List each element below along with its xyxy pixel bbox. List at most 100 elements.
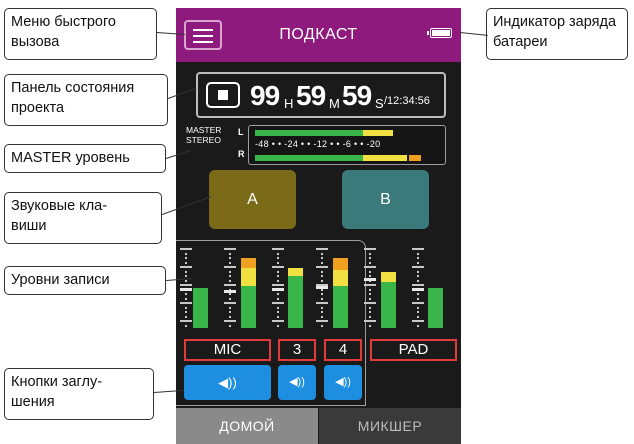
scale-tick	[316, 266, 328, 268]
scale-tick	[180, 284, 192, 286]
scale-tick	[272, 284, 284, 286]
leader-battery	[459, 32, 488, 36]
scale-dot	[185, 297, 187, 300]
scale-tick	[180, 266, 192, 268]
scale-dot	[369, 315, 371, 318]
level-meter	[333, 248, 348, 328]
stop-icon[interactable]	[206, 82, 240, 108]
fader-handle[interactable]	[364, 278, 376, 281]
speaker-icon: ◀))	[218, 375, 237, 390]
meter-green	[288, 276, 303, 328]
scale-tick	[224, 302, 236, 304]
scale-dot	[369, 275, 371, 277]
scale-tick	[272, 248, 284, 250]
level-meter	[241, 248, 256, 328]
scale-dot	[229, 279, 231, 282]
scale-dot	[417, 270, 419, 273]
scale-dot	[321, 270, 323, 273]
callout-master: MASTER уровень	[4, 144, 166, 173]
channel-label-4: 4	[324, 339, 362, 361]
master-meter-left-yellow	[363, 130, 393, 136]
scale-dot	[229, 311, 231, 313]
time-hours: 99	[250, 80, 280, 111]
channel-label-mic: MIC	[184, 339, 271, 361]
scale-dot	[417, 279, 419, 282]
scale-dot	[321, 324, 323, 327]
scale-dot	[185, 306, 187, 309]
level-meter	[381, 248, 396, 328]
scale-dot	[277, 324, 279, 327]
scale-dot	[321, 315, 323, 318]
scale-dot	[417, 252, 419, 255]
time-seconds: 59	[342, 80, 372, 111]
scale-dot	[369, 324, 371, 327]
bottom-tabs: ДОМОЙ МИКШЕР	[176, 408, 461, 444]
scale-dot	[369, 261, 371, 264]
scale-tick	[412, 248, 424, 250]
mute-button-mic[interactable]: ◀))	[184, 365, 271, 400]
scale-dot	[369, 293, 371, 295]
scale-tick	[364, 302, 376, 304]
master-level: MASTER STEREO L R -48 • • -24 • • -12 • …	[186, 125, 446, 167]
scale-dot	[185, 270, 187, 273]
scale-tick	[364, 266, 376, 268]
scale-tick	[316, 302, 328, 304]
tab-mixer[interactable]: МИКШЕР	[319, 408, 461, 444]
mute-button-3[interactable]: ◀))	[278, 365, 316, 400]
time-hours-unit: H	[284, 96, 294, 111]
scale-dot	[321, 257, 323, 259]
sound-pad-a[interactable]: A	[209, 170, 296, 229]
scale-dot	[229, 257, 231, 259]
scale-dot	[417, 293, 419, 295]
scale-dot	[321, 311, 323, 313]
scale-dot	[229, 293, 231, 295]
scale-dot	[185, 275, 187, 277]
time-total: /12:34:56	[384, 95, 430, 107]
scale-dot	[321, 252, 323, 255]
fader-handle[interactable]	[180, 288, 192, 291]
scale-tick	[180, 320, 192, 322]
scale-dot	[229, 275, 231, 277]
scale-dot	[321, 261, 323, 264]
fader-handle[interactable]	[224, 290, 236, 293]
level-meter	[428, 248, 443, 328]
scale-tick	[224, 248, 236, 250]
callout-status: Панель состояния проекта	[4, 74, 168, 126]
time-minutes: 59	[296, 80, 326, 111]
callout-levels: Уровни записи	[4, 266, 166, 295]
project-status-panel[interactable]: 99 H 59 M 59 S /12:34:56	[196, 72, 446, 118]
fader-handle[interactable]	[316, 286, 328, 289]
scale-tick	[412, 266, 424, 268]
callout-pads: Звуковые кла- виши	[4, 192, 162, 244]
tab-home[interactable]: ДОМОЙ	[176, 408, 318, 444]
scale-dot	[321, 293, 323, 295]
scale-dot	[321, 306, 323, 309]
scale-dot	[185, 324, 187, 327]
project-title: ПОДКАСТ	[279, 26, 358, 43]
fader-handle[interactable]	[412, 288, 424, 291]
level-scale	[224, 248, 236, 328]
scale-tick	[272, 302, 284, 304]
meter-green	[428, 288, 443, 328]
scale-tick	[180, 248, 192, 250]
scale-dot	[369, 297, 371, 300]
callout-mute: Кнопки заглу- шения	[4, 368, 154, 420]
scale-dot	[229, 324, 231, 327]
scale-dot	[277, 257, 279, 259]
sound-pad-b[interactable]: B	[342, 170, 429, 229]
scale-dot	[229, 297, 231, 300]
scale-tick	[364, 248, 376, 250]
master-scale: -48 • • -24 • • -12 • • -6 • • -20	[255, 139, 381, 149]
master-meter-right-green	[255, 155, 363, 161]
scale-dot	[277, 315, 279, 318]
scale-dot	[229, 252, 231, 255]
scale-dot	[277, 270, 279, 273]
master-meter: -48 • • -24 • • -12 • • -6 • • -20	[248, 125, 446, 165]
mute-button-4[interactable]: ◀))	[324, 365, 362, 400]
fader-handle[interactable]	[272, 288, 284, 291]
master-left-label: L	[238, 127, 244, 137]
scale-tick	[316, 248, 328, 250]
device-screen: ПОДКАСТ 99 H 59 M 59 S /12:34:56 MASTER …	[176, 8, 461, 444]
scale-tick	[224, 320, 236, 322]
scale-dot	[321, 297, 323, 300]
